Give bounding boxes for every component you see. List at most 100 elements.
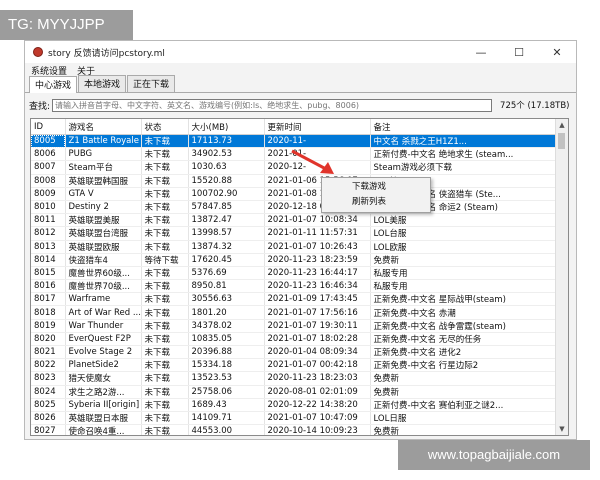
cell-id: 8016 xyxy=(31,279,66,294)
column-header-size[interactable]: 大小(MB) xyxy=(188,119,265,135)
cell-name: 使命召唤4重... xyxy=(65,424,142,435)
cell-notes: Steam游戏必须下载 xyxy=(370,160,557,175)
cell-status: 未下载 xyxy=(141,226,189,241)
title-bar: story 反馈请访问pcstory.ml — ☐ ✕ xyxy=(25,41,576,63)
cell-status: 未下载 xyxy=(141,292,189,307)
table-row[interactable]: 8026 英雄联盟日本服 未下载 14109.71 2021-01-07 10:47:0… xyxy=(31,411,557,426)
table-row[interactable]: 8005 Z1 Battle Royale 未下载 17113.73 2020-11- 中… xyxy=(31,134,557,149)
close-icon[interactable]: ✕ xyxy=(538,41,576,63)
table-row[interactable]: 8009 GTA V 未下载 100702.90 2021-01-08 10:20:24… xyxy=(31,187,557,201)
cell-name: 英雄联盟台湾服 xyxy=(65,226,142,241)
menu-system-settings[interactable]: 系统设置 xyxy=(31,64,67,77)
cell-notes: 正新免费-中文名 进化2 xyxy=(370,345,557,360)
cell-name: GTA V xyxy=(65,187,142,201)
table-row[interactable]: 8019 War Thunder 未下载 34378.02 2021-01-07 19:… xyxy=(31,319,557,333)
table-row[interactable]: 8010 Destiny 2 未下载 57847.85 2020-12-18 01:29… xyxy=(31,200,557,215)
cell-name: Steam平台 xyxy=(65,160,142,175)
cell-status: 未下载 xyxy=(141,411,189,426)
tab-downloading[interactable]: 正在下载 xyxy=(127,75,176,92)
cell-name: 英雄联盟美服 xyxy=(65,213,142,228)
cell-name: Z1 Battle Royale xyxy=(65,134,142,149)
cell-updated: 2020-10-14 10:09:23 xyxy=(264,424,371,435)
cell-id: 8010 xyxy=(31,200,66,215)
table-row[interactable]: 8027 使命召唤4重... 未下载 44553.00 2020-10-14 10:09… xyxy=(31,424,557,435)
cell-name: PUBG xyxy=(65,147,142,162)
table-row[interactable]: 8017 Warframe 未下载 30556.63 2021-01-09 17:43:… xyxy=(31,292,557,307)
cell-name: PlanetSide2 xyxy=(65,358,142,373)
scroll-down-icon[interactable]: ▼ xyxy=(556,423,568,435)
column-header-notes[interactable]: 备注 xyxy=(370,119,557,135)
cell-updated: 2020-11- xyxy=(264,134,371,149)
table-row[interactable]: 8018 Art of War Red ... 未下载 1801.20 2021-01-… xyxy=(31,305,557,320)
app-window: story 反馈请访问pcstory.ml — ☐ ✕ 系统设置 关于 中心游戏… xyxy=(24,40,577,440)
cell-name: 魔兽世界70级... xyxy=(65,279,142,294)
minimize-icon[interactable]: — xyxy=(462,41,500,63)
search-input[interactable] xyxy=(52,98,493,112)
cell-updated: 2021-01-07 10:47:09 xyxy=(264,411,371,426)
cell-notes: 正新免费-中文名 行星边际2 xyxy=(370,358,557,373)
table-row[interactable]: 8023 猎天使魔女 未下载 13523.53 2020-11-23 18:23:03 免… xyxy=(31,371,557,386)
table-header: ID 游戏名 状态 大小(MB) 更新时间 备注 xyxy=(31,119,557,135)
table-row[interactable]: 8024 求生之路2游... 未下载 25758.06 2020-08-01 02:01… xyxy=(31,385,557,399)
cell-id: 8014 xyxy=(31,253,66,267)
cell-size: 13874.32 xyxy=(188,240,265,254)
cell-name: 英雄联盟日本服 xyxy=(65,411,142,426)
cell-status: 未下载 xyxy=(141,147,189,162)
cell-name: Warframe xyxy=(65,292,142,307)
search-label: 查找: xyxy=(29,101,51,112)
column-header-status[interactable]: 状态 xyxy=(141,119,189,135)
cell-id: 8011 xyxy=(31,213,66,228)
table-row[interactable]: 8016 魔兽世界70级... 未下载 8950.81 2020-11-23 16:46… xyxy=(31,279,557,294)
table-row[interactable]: 8013 英雄联盟欧服 未下载 13874.32 2021-01-07 10:26:43… xyxy=(31,240,557,254)
context-item-refresh[interactable]: 刷新列表 xyxy=(322,195,430,210)
cell-name: War Thunder xyxy=(65,319,142,333)
cell-notes: LOL美服 xyxy=(370,213,557,228)
watermark-bottom: www.topagbaijiale.com xyxy=(398,440,590,470)
cell-updated: 2020-11-23 16:46:34 xyxy=(264,279,371,294)
context-item-download[interactable]: 下载游戏 xyxy=(322,180,430,195)
tab-strip: 中心游戏 本地游戏 正在下载 xyxy=(25,75,576,93)
cell-size: 17620.45 xyxy=(188,253,265,267)
cell-id: 8009 xyxy=(31,187,66,201)
table-row[interactable]: 8014 侠盗猎车4 等待下载 17620.45 2020-11-23 18:23:59… xyxy=(31,253,557,267)
cell-name: EverQuest F2P xyxy=(65,332,142,347)
cell-size: 25758.06 xyxy=(188,385,265,399)
cell-name: 侠盗猎车4 xyxy=(65,253,142,267)
table-row[interactable]: 8008 英雄联盟韩国服 未下载 15520.88 2021-01-06 15:56:0… xyxy=(31,174,557,188)
table-row[interactable]: 8021 Evolve Stage 2 未下载 20396.88 2020-01-04 … xyxy=(31,345,557,360)
column-header-name[interactable]: 游戏名 xyxy=(65,119,142,135)
scroll-up-icon[interactable]: ▲ xyxy=(556,119,568,131)
cell-status: 未下载 xyxy=(141,371,189,386)
cell-status: 未下载 xyxy=(141,160,189,175)
cell-id: 8005 xyxy=(31,134,66,149)
column-header-id[interactable]: ID xyxy=(31,119,66,135)
cell-size: 5376.69 xyxy=(188,266,265,281)
cell-id: 8022 xyxy=(31,358,66,373)
maximize-icon[interactable]: ☐ xyxy=(500,41,538,63)
table-row[interactable]: 8011 英雄联盟美服 未下载 13872.47 2021-01-07 10:08:34… xyxy=(31,213,557,228)
cell-updated: 2021-01-07 10:26:43 xyxy=(264,240,371,254)
table-row[interactable]: 8020 EverQuest F2P 未下载 10835.05 2021-01-07 1… xyxy=(31,332,557,347)
cell-updated: 2021-01-09 17:43:45 xyxy=(264,292,371,307)
cell-status: 未下载 xyxy=(141,213,189,228)
cell-status: 未下载 xyxy=(141,279,189,294)
cell-status: 未下载 xyxy=(141,345,189,360)
cell-notes: LOL台服 xyxy=(370,226,557,241)
column-header-updated[interactable]: 更新时间 xyxy=(264,119,371,135)
tab-center-games[interactable]: 中心游戏 xyxy=(29,76,78,93)
table-row[interactable]: 8012 英雄联盟台湾服 未下载 13998.57 2021-01-11 11:57:3… xyxy=(31,226,557,241)
cell-status: 未下载 xyxy=(141,174,189,188)
cell-id: 8017 xyxy=(31,292,66,307)
tab-local-games[interactable]: 本地游戏 xyxy=(78,75,127,92)
scroll-thumb[interactable] xyxy=(558,133,565,149)
cell-notes: 正新免费-中文名 赤潮 xyxy=(370,305,557,320)
cell-size: 13523.53 xyxy=(188,371,265,386)
table-row[interactable]: 8025 Syberia II[origin] 未下载 1689.43 2020-12-… xyxy=(31,398,557,412)
vertical-scrollbar[interactable]: ▲ ▼ xyxy=(555,119,568,435)
cell-notes: LOL欧服 xyxy=(370,240,557,254)
cell-size: 13872.47 xyxy=(188,213,265,228)
cell-id: 8021 xyxy=(31,345,66,360)
table-row[interactable]: 8015 魔兽世界60级... 未下载 5376.69 2020-11-23 16:44… xyxy=(31,266,557,281)
cell-id: 8015 xyxy=(31,266,66,281)
table-row[interactable]: 8022 PlanetSide2 未下载 15334.18 2021-01-07 00:… xyxy=(31,358,557,373)
